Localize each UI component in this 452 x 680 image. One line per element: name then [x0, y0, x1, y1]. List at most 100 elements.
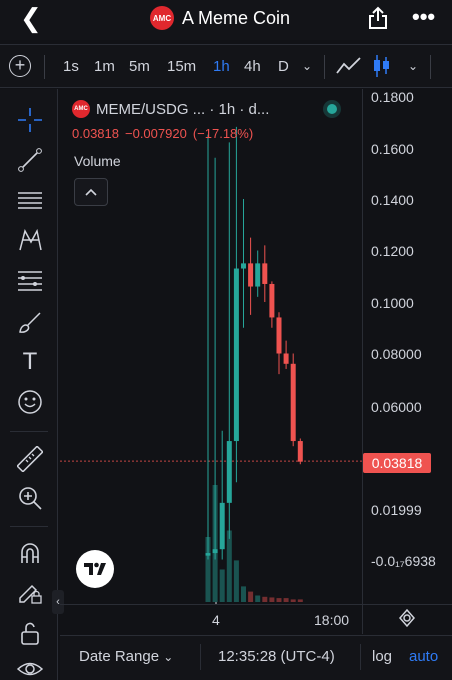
auto-scale-toggle[interactable]: auto — [409, 648, 438, 665]
magnet-icon[interactable] — [16, 539, 44, 567]
volume-bar — [248, 591, 254, 602]
fib-retracement-icon[interactable] — [16, 266, 44, 294]
candle-body — [297, 441, 303, 462]
price-axis-label: 0.01999 — [371, 502, 422, 518]
lock-drawing-icon[interactable] — [16, 578, 44, 606]
price-axis-label: -0.0₁₇6938 — [371, 553, 436, 569]
last-price: 0.03818 — [72, 126, 119, 141]
bottom-divider — [360, 644, 361, 670]
time-axis-label: 18:00 — [314, 612, 350, 628]
symbol-header[interactable]: AMC MEME/USDG ... · 1h · d... — [72, 100, 269, 118]
tool-divider — [10, 431, 48, 432]
more-options-icon[interactable]: ••• — [412, 6, 435, 28]
candle-body — [219, 502, 225, 550]
candle-body — [276, 317, 282, 354]
add-symbol-button[interactable]: + — [9, 55, 31, 77]
chart-toolbar: + 1s 1m 5m 15m 1h 4h D ⌄ ⌄ — [0, 44, 452, 88]
toolbar-divider — [324, 55, 325, 79]
price-axis-label: 0.06000 — [371, 399, 422, 415]
price-axis-label: 0.1200 — [371, 243, 414, 259]
symbol-logo: AMC — [72, 100, 90, 118]
share-icon[interactable] — [368, 6, 388, 35]
volume-bar — [255, 595, 261, 602]
candlestick-chart-icon[interactable] — [372, 54, 392, 83]
chart-settings-icon[interactable] — [398, 608, 416, 632]
volume-bar — [276, 598, 282, 602]
emoji-icon[interactable] — [16, 388, 44, 416]
tool-divider — [10, 526, 48, 527]
candle-body — [226, 441, 232, 503]
candle-body — [205, 553, 211, 556]
volume-bar — [283, 598, 289, 602]
candle-body — [248, 263, 254, 287]
unlock-icon[interactable] — [16, 619, 44, 647]
price-axis-label: 0.08000 — [371, 346, 422, 362]
volume-bar — [226, 530, 232, 602]
toolbar-divider — [430, 55, 431, 79]
candle-body — [283, 353, 289, 364]
candle-body — [241, 263, 246, 269]
header-title-group: AMC A Meme Coin — [150, 6, 290, 30]
zoom-in-icon[interactable] — [16, 484, 44, 512]
candle-body — [269, 283, 275, 318]
crosshair-icon[interactable] — [16, 106, 44, 134]
brush-icon[interactable] — [16, 308, 44, 336]
candle-body — [255, 263, 261, 287]
coin-logo: AMC — [150, 6, 174, 30]
interval-D[interactable]: D — [278, 58, 289, 75]
candle-body — [233, 268, 239, 442]
horizontal-lines-icon[interactable] — [16, 186, 44, 214]
ruler-icon[interactable] — [16, 445, 44, 473]
interval-4h[interactable]: 4h — [244, 58, 261, 75]
page-title: A Meme Coin — [182, 7, 291, 28]
interval-chevron-down-icon[interactable]: ⌄ — [302, 59, 312, 73]
time-axis-label: 4 — [212, 612, 220, 628]
symbol-title: MEME/USDG ... · 1h · d... — [96, 100, 270, 118]
bottom-divider — [200, 644, 201, 670]
candle-body — [262, 263, 268, 284]
price-change: −0.007920 — [125, 126, 187, 141]
volume-bar — [233, 560, 239, 602]
volume-bar — [269, 597, 275, 602]
interval-1m[interactable]: 1m — [94, 58, 115, 75]
price-axis-label: 0.1800 — [371, 89, 414, 105]
price-change-row: 0.03818 −0.007920 (−17.18%) — [72, 126, 259, 141]
collapse-indicators-button[interactable] — [74, 178, 108, 206]
time-axis — [60, 604, 452, 634]
price-axis-label: 0.1600 — [371, 141, 414, 157]
line-chart-icon[interactable] — [336, 56, 362, 81]
clock-timezone[interactable]: 12:35:28 (UTC-4) — [218, 648, 335, 665]
market-status-icon — [323, 100, 341, 118]
candle-body — [212, 549, 218, 554]
price-change-percent: (−17.18%) — [192, 126, 254, 141]
volume-indicator-label[interactable]: Volume — [74, 153, 121, 169]
interval-15m[interactable]: 15m — [167, 58, 196, 75]
log-scale-toggle[interactable]: log — [372, 648, 392, 665]
interval-1h[interactable]: 1h — [213, 58, 230, 75]
chevron-down-icon: ⌄ — [163, 650, 174, 664]
trend-line-icon[interactable] — [16, 146, 44, 174]
text-tool-icon[interactable]: T — [16, 348, 44, 376]
app-header: ❮ AMC A Meme Coin ••• — [0, 0, 452, 40]
volume-bar — [297, 599, 303, 602]
candle-body — [290, 363, 296, 442]
volume-bar — [262, 596, 268, 602]
drawing-toolbar: T — [0, 89, 58, 680]
chevron-up-icon — [85, 188, 97, 196]
eye-icon[interactable] — [16, 655, 44, 680]
chart-type-chevron-down-icon[interactable]: ⌄ — [408, 59, 418, 73]
interval-5m[interactable]: 5m — [129, 58, 150, 75]
volume-bar — [219, 569, 225, 602]
date-range-button[interactable]: Date Range ⌄ — [79, 648, 173, 665]
price-axis-label: 0.1000 — [371, 295, 414, 311]
date-range-label: Date Range — [79, 648, 160, 665]
volume-bar — [241, 586, 246, 602]
current-price-tag: 0.03818 — [363, 453, 431, 473]
volume-bar — [290, 599, 296, 602]
toolbar-divider — [44, 55, 45, 79]
interval-1s[interactable]: 1s — [63, 58, 79, 75]
pattern-tool-icon[interactable] — [16, 226, 44, 254]
tradingview-logo[interactable] — [76, 550, 114, 588]
back-icon[interactable]: ❮ — [20, 5, 42, 31]
price-axis-label: 0.1400 — [371, 192, 414, 208]
